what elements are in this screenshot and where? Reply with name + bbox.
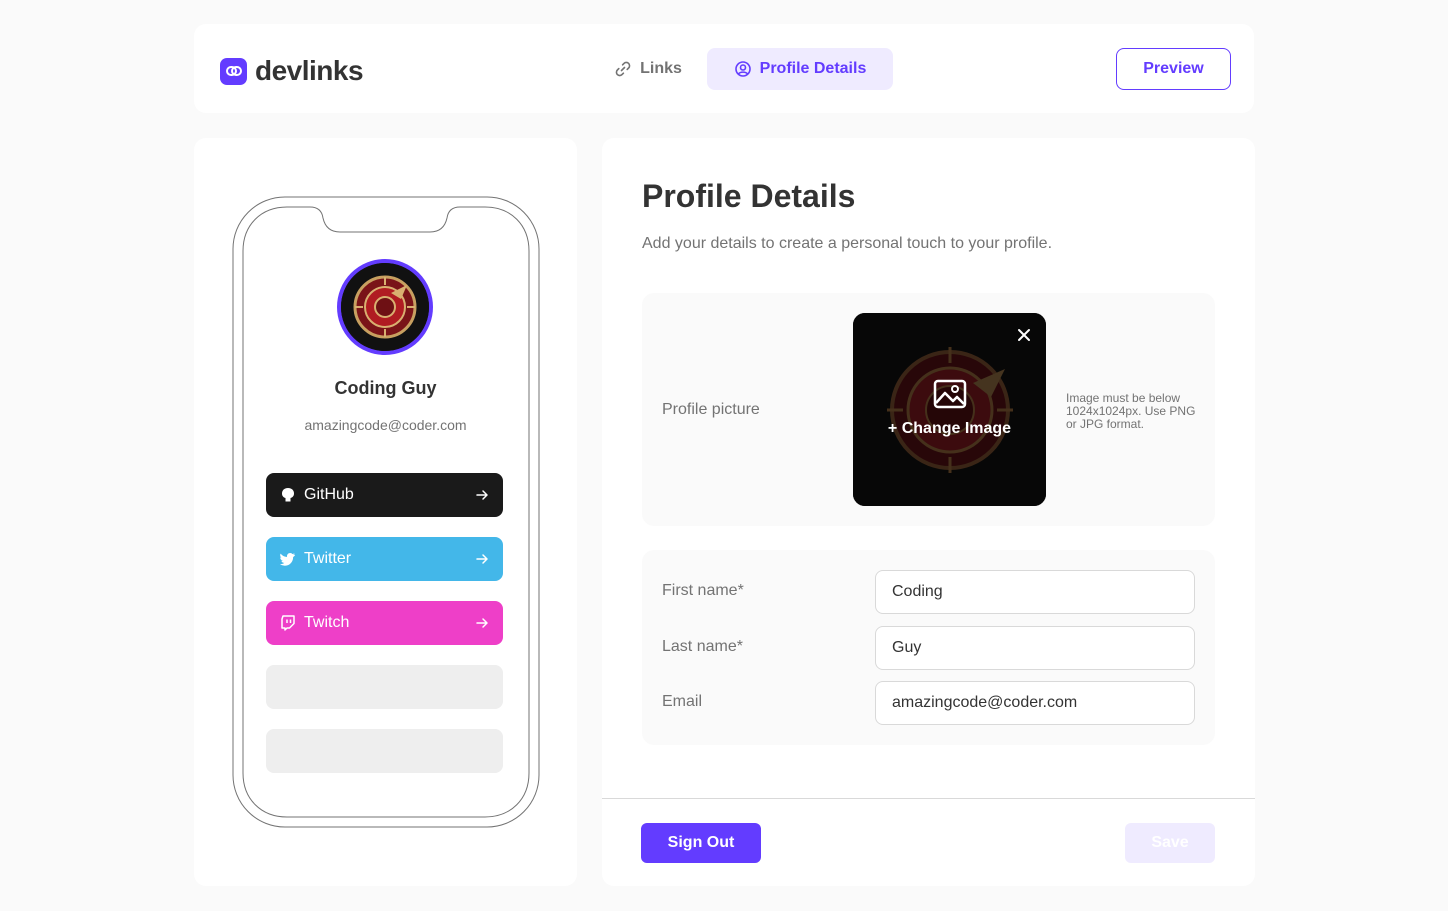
last-name-row: Last name* bbox=[662, 626, 1195, 670]
change-image-label: + Change Image bbox=[887, 420, 1012, 437]
tab-links[interactable]: Links bbox=[589, 48, 707, 90]
link-icon bbox=[615, 61, 631, 77]
twitter-icon bbox=[280, 553, 295, 566]
preview-button[interactable]: Preview bbox=[1116, 48, 1231, 90]
profile-details-panel: Profile Details Add your details to crea… bbox=[602, 138, 1255, 886]
email-row: Email bbox=[662, 681, 1195, 725]
sign-out-button[interactable]: Sign Out bbox=[641, 823, 761, 863]
profile-picture-label: Profile picture bbox=[662, 401, 760, 418]
preview-name: Coding Guy bbox=[334, 378, 437, 398]
page-title: Profile Details bbox=[642, 178, 856, 214]
github-icon bbox=[282, 488, 294, 502]
preview-link-github[interactable]: GitHub bbox=[266, 473, 503, 517]
first-name-label: First name* bbox=[662, 582, 744, 599]
crest-logo-image bbox=[341, 263, 429, 351]
preview-avatar bbox=[337, 259, 433, 355]
tab-profile-details[interactable]: Profile Details bbox=[707, 48, 893, 90]
profile-form-card: First name* Last name* Email bbox=[642, 550, 1215, 745]
tab-profile-details-label: Profile Details bbox=[759, 60, 867, 77]
profile-picture-card: Profile picture + Change Image Image mus… bbox=[642, 293, 1215, 526]
main-tabs: Links Profile Details bbox=[589, 48, 893, 90]
close-icon bbox=[1018, 329, 1030, 341]
preview-link-label: GitHub bbox=[304, 486, 354, 503]
first-name-input[interactable] bbox=[875, 570, 1195, 614]
remove-image-button[interactable] bbox=[1012, 323, 1036, 347]
save-button[interactable]: Save bbox=[1125, 823, 1215, 863]
preview-link-twitter[interactable]: Twitter bbox=[266, 537, 503, 581]
email-input[interactable] bbox=[875, 681, 1195, 725]
change-image-overlay[interactable]: + Change Image bbox=[853, 379, 1046, 438]
profile-picture-upload[interactable]: + Change Image bbox=[853, 313, 1046, 506]
email-label: Email bbox=[662, 693, 703, 710]
logo-link-icon bbox=[220, 57, 247, 85]
preview-email: amazingcode@coder.com bbox=[304, 417, 467, 433]
arrow-right-icon bbox=[476, 554, 488, 564]
last-name-input[interactable] bbox=[875, 626, 1195, 670]
tab-links-label: Links bbox=[640, 60, 682, 77]
arrow-right-icon bbox=[476, 618, 488, 628]
first-name-row: First name* bbox=[662, 570, 1195, 614]
page-subtitle: Add your details to create a personal to… bbox=[642, 235, 1053, 252]
user-circle-icon bbox=[734, 61, 751, 77]
last-name-label: Last name* bbox=[662, 638, 743, 655]
logo[interactable]: devlinks bbox=[220, 55, 364, 87]
image-requirements-hint: Image must be below 1024x1024px. Use PNG… bbox=[1066, 391, 1196, 431]
empty-link-placeholder bbox=[266, 729, 503, 773]
arrow-right-icon bbox=[476, 490, 488, 500]
logo-text: devlinks bbox=[255, 55, 364, 86]
footer-divider bbox=[602, 798, 1255, 799]
twitch-icon bbox=[281, 615, 295, 631]
top-nav-bar: devlinks Links Profile Details Preview bbox=[194, 24, 1254, 113]
preview-link-label: Twitter bbox=[304, 550, 352, 567]
preview-link-twitch[interactable]: Twitch bbox=[266, 601, 503, 645]
image-icon bbox=[933, 379, 966, 409]
empty-link-placeholder bbox=[266, 665, 503, 709]
preview-link-label: Twitch bbox=[304, 614, 350, 631]
phone-preview-panel: Coding Guy amazingcode@coder.com GitHub … bbox=[194, 138, 577, 886]
